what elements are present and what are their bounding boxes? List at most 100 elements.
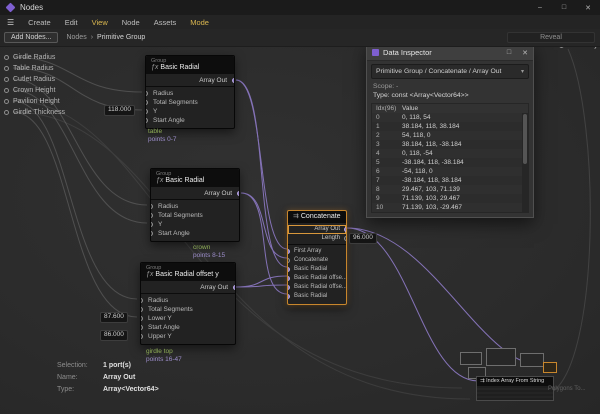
input-port[interactable] xyxy=(141,316,143,321)
input-port[interactable] xyxy=(288,276,290,281)
distant-node[interactable] xyxy=(460,352,482,365)
input-port[interactable] xyxy=(141,325,143,330)
input-port[interactable] xyxy=(146,91,148,96)
inspector-close-icon[interactable]: ✕ xyxy=(517,49,533,57)
hamburger-icon[interactable]: ☰ xyxy=(0,18,21,27)
input-port[interactable] xyxy=(141,298,143,303)
menu-assets[interactable]: Assets xyxy=(147,18,184,27)
distant-node-label: Polygons To... xyxy=(548,386,586,392)
node-header[interactable]: Group ƒxBasic Radial offset y xyxy=(141,263,235,281)
inspector-titlebar[interactable]: Data Inspector □ ✕ xyxy=(367,45,533,61)
close-icon[interactable]: ✕ xyxy=(576,0,600,15)
input-port[interactable] xyxy=(288,267,290,272)
input-port[interactable] xyxy=(146,109,148,114)
output-port[interactable] xyxy=(232,78,234,83)
menu-node[interactable]: Node xyxy=(115,18,147,27)
input-port[interactable] xyxy=(151,213,153,218)
table-row: 254, 118, 0 xyxy=(372,131,528,140)
column-header-idx: Idx(96) xyxy=(372,104,402,113)
node-header[interactable]: ⇉ Index Array From String xyxy=(477,377,553,386)
input-port[interactable] xyxy=(151,204,153,209)
table-row: 338.184, 118, -38.184 xyxy=(372,140,528,149)
node-input-row: Total Segments xyxy=(151,211,239,220)
node-title: ƒxBasic Radial xyxy=(151,64,229,72)
breadcrumb-root[interactable]: Nodes xyxy=(66,34,86,41)
inspector-icon xyxy=(372,49,379,56)
output-label: Array Out xyxy=(314,226,340,232)
scrollbar-thumb[interactable] xyxy=(523,114,527,164)
value-chip[interactable]: 86.000 xyxy=(100,330,128,341)
input-port[interactable] xyxy=(141,334,143,339)
param-port[interactable] xyxy=(4,55,9,60)
node-input-row: Total Segments xyxy=(141,305,235,314)
node-body: Array Out Radius Total Segments Y Start … xyxy=(151,187,239,241)
reveal-button[interactable]: Reveal xyxy=(507,32,595,43)
input-port[interactable] xyxy=(146,100,148,105)
node-basic-radial-crown[interactable]: Group ƒxBasic Radial Array Out Radius To… xyxy=(150,168,240,242)
input-port[interactable] xyxy=(151,231,153,236)
output-port[interactable] xyxy=(233,285,235,290)
comment-subtitle: points 8-15 xyxy=(193,252,225,260)
input-port[interactable] xyxy=(288,249,290,254)
output-label: Array Out xyxy=(199,77,227,84)
node-basic-radial-offset-y[interactable]: Group ƒxBasic Radial offset y Array Out … xyxy=(140,262,236,345)
output-port[interactable] xyxy=(237,191,239,196)
node-header[interactable]: ⇉Concatenate xyxy=(288,211,346,223)
scrollbar[interactable] xyxy=(522,113,528,212)
node-title: ƒxBasic Radial offset y xyxy=(146,271,230,279)
input-port[interactable] xyxy=(288,285,290,290)
input-label: Concatenate xyxy=(294,257,328,263)
menu-create[interactable]: Create xyxy=(21,18,58,27)
node-input-row: Radius xyxy=(141,296,235,305)
node-body: Array Out Radius Total Segments Lower Y … xyxy=(141,281,235,344)
status-type-row: Type:Array<Vector64> xyxy=(57,384,159,396)
divider xyxy=(141,293,235,294)
node-basic-radial-table[interactable]: Group ƒxBasic Radial Array Out Radius To… xyxy=(145,55,235,129)
input-label: Radius xyxy=(158,203,178,210)
node-input-row: Lower Y xyxy=(141,314,235,323)
param-port[interactable] xyxy=(4,110,9,115)
distant-node[interactable] xyxy=(520,353,544,367)
menu-edit[interactable]: Edit xyxy=(58,18,85,27)
input-port[interactable] xyxy=(151,222,153,227)
node-index-array-from-string[interactable]: ⇉ Index Array From String xyxy=(476,376,554,401)
param-label: Pavilion Height xyxy=(13,98,60,105)
param-label: Crown Height xyxy=(13,87,55,94)
add-nodes-button[interactable]: Add Nodes... xyxy=(4,32,58,43)
group-param-girdle-radius: Girdle Radius xyxy=(4,52,55,62)
value-chip[interactable]: 96.000 xyxy=(349,233,377,244)
value-chip[interactable]: 118.000 xyxy=(104,105,135,116)
input-port[interactable] xyxy=(141,307,143,312)
node-concatenate[interactable]: ⇉Concatenate Array Out Length First Arra… xyxy=(287,210,347,305)
menu-mode[interactable]: Mode xyxy=(183,18,216,27)
param-label: Table Radius xyxy=(13,65,53,72)
param-port[interactable] xyxy=(4,88,9,93)
maximize-icon[interactable]: □ xyxy=(552,0,576,15)
column-header-value: Value xyxy=(402,104,528,113)
output-port[interactable] xyxy=(344,227,346,232)
input-port[interactable] xyxy=(288,258,290,263)
output-label: Array Out xyxy=(200,284,228,291)
fx-icon: ƒx xyxy=(151,64,158,71)
minimize-icon[interactable]: – xyxy=(528,0,552,15)
menu-view[interactable]: View xyxy=(85,18,115,27)
input-port[interactable] xyxy=(146,118,148,123)
inspector-scope-dropdown[interactable]: Primitive Group / Concatenate / Array Ou… xyxy=(371,64,529,79)
param-port[interactable] xyxy=(4,77,9,82)
param-port[interactable] xyxy=(4,66,9,71)
distant-node-selected[interactable] xyxy=(543,362,557,373)
node-header[interactable]: Group ƒxBasic Radial xyxy=(146,56,234,74)
input-label: First Array xyxy=(294,248,321,254)
input-port[interactable] xyxy=(288,294,290,299)
distant-node[interactable] xyxy=(486,348,516,366)
input-label: Y xyxy=(158,221,162,228)
value-chip[interactable]: 87.600 xyxy=(100,312,128,323)
output-port[interactable] xyxy=(344,236,346,241)
input-label: Start Angle xyxy=(158,230,190,237)
param-port[interactable] xyxy=(4,99,9,104)
inspector-maximize-icon[interactable]: □ xyxy=(501,49,517,56)
titlebar[interactable]: Nodes – □ ✕ xyxy=(0,0,600,15)
node-header[interactable]: Group ƒxBasic Radial xyxy=(151,169,239,187)
data-inspector-panel[interactable]: Data Inspector □ ✕ Primitive Group / Con… xyxy=(366,44,534,218)
comment-title: girdle top xyxy=(146,348,182,356)
